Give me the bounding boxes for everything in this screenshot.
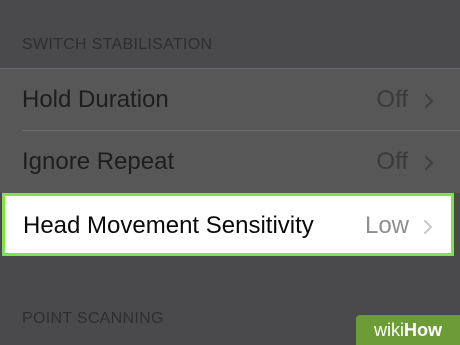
- settings-group-switch-stabilisation: Hold Duration Off Ignore Repeat Off: [0, 68, 460, 193]
- section-header-switch-stabilisation: SWITCH STABILISATION: [22, 36, 213, 53]
- row-label: Hold Duration: [22, 86, 169, 113]
- row-value: Off: [376, 86, 408, 113]
- row-head-movement-sensitivity[interactable]: Head Movement Sensitivity Low: [2, 193, 454, 256]
- row-label: Head Movement Sensitivity: [23, 212, 314, 239]
- wikihow-watermark: wikiHow: [356, 315, 460, 345]
- chevron-right-icon: [422, 156, 436, 170]
- row-ignore-repeat[interactable]: Ignore Repeat Off: [0, 131, 460, 193]
- row-value: Low: [364, 212, 409, 239]
- watermark-prefix: wiki: [374, 320, 404, 340]
- row-hold-duration[interactable]: Hold Duration Off: [0, 69, 460, 131]
- watermark-suffix: How: [404, 320, 442, 340]
- chevron-right-icon: [421, 220, 435, 234]
- row-value: Off: [376, 148, 408, 175]
- chevron-right-icon: [422, 94, 436, 108]
- row-label: Ignore Repeat: [22, 148, 175, 175]
- section-header-point-scanning: POINT SCANNING: [22, 310, 164, 327]
